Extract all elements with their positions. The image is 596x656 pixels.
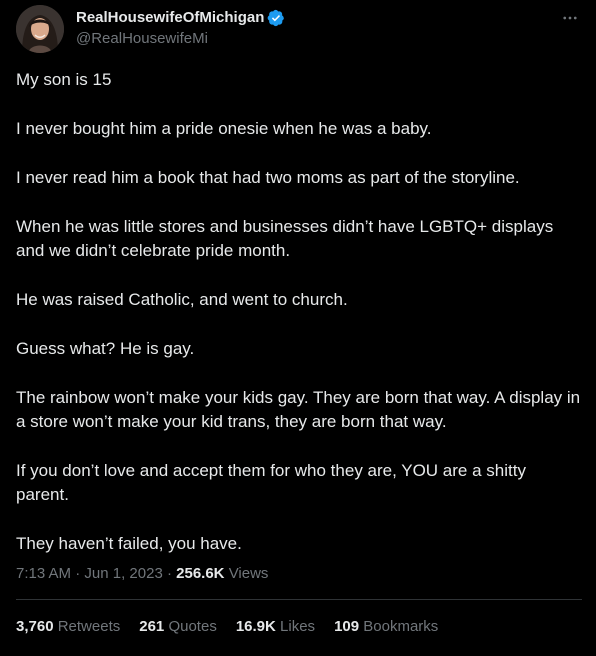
tweet-paragraph: I never bought him a pride onesie when h…	[16, 119, 432, 138]
tweet-meta: 7:13 AM · Jun 1, 2023 · 256.6K Views	[16, 564, 268, 584]
display-name[interactable]: RealHousewifeOfMichigan	[76, 8, 264, 28]
name-row: RealHousewifeOfMichigan	[76, 8, 285, 28]
avatar-image	[16, 5, 64, 53]
engagement-stats: 3,760 Retweets 261 Quotes 16.9K Likes 10…	[16, 617, 457, 637]
avatar[interactable]	[16, 5, 64, 53]
tweet-paragraph: I never read him a book that had two mom…	[16, 168, 520, 187]
retweets-stat[interactable]: 3,760 Retweets	[16, 617, 120, 637]
quotes-count: 261	[139, 618, 165, 635]
verified-badge-icon[interactable]	[267, 9, 285, 27]
tweet-time[interactable]: 7:13 AM	[16, 565, 71, 582]
tweet-paragraph: My son is 15	[16, 70, 112, 89]
views-count[interactable]: 256.6K	[176, 565, 224, 582]
bookmarks-label: Bookmarks	[363, 618, 439, 635]
bookmarks-stat[interactable]: 109 Bookmarks	[334, 617, 438, 637]
quotes-stat[interactable]: 261 Quotes	[139, 617, 217, 637]
handle[interactable]: @RealHousewifeMi	[76, 29, 285, 49]
tweet-paragraph: When he was little stores and businesses…	[16, 217, 554, 260]
bookmarks-count: 109	[334, 618, 360, 635]
retweets-count: 3,760	[16, 618, 54, 635]
tweet-paragraph: They haven’t failed, you have.	[16, 534, 242, 553]
likes-label: Likes	[280, 618, 316, 635]
tweet-paragraph: Guess what? He is gay.	[16, 339, 195, 358]
tweet-paragraph: If you don’t love and accept them for wh…	[16, 461, 526, 504]
tweet-paragraph: The rainbow won’t make your kids gay. Th…	[16, 388, 581, 431]
author-info: RealHousewifeOfMichigan @RealHousewifeMi	[76, 8, 285, 49]
divider	[16, 599, 582, 600]
likes-count: 16.9K	[235, 618, 276, 635]
likes-stat[interactable]: 16.9K Likes	[236, 617, 315, 637]
quotes-label: Quotes	[168, 618, 217, 635]
meta-separator: ·	[75, 565, 81, 582]
more-options-button[interactable]	[558, 6, 582, 30]
meta-separator: ·	[166, 565, 172, 582]
views-label: Views	[228, 565, 269, 582]
tweet-paragraph: He was raised Catholic, and went to chur…	[16, 290, 348, 309]
tweet-text: My son is 15 I never bought him a pride …	[16, 68, 582, 581]
more-horizontal-icon	[563, 16, 577, 20]
tweet-date[interactable]: Jun 1, 2023	[84, 565, 162, 582]
retweets-label: Retweets	[57, 618, 121, 635]
tweet: RealHousewifeOfMichigan @RealHousewifeMi…	[0, 0, 596, 656]
